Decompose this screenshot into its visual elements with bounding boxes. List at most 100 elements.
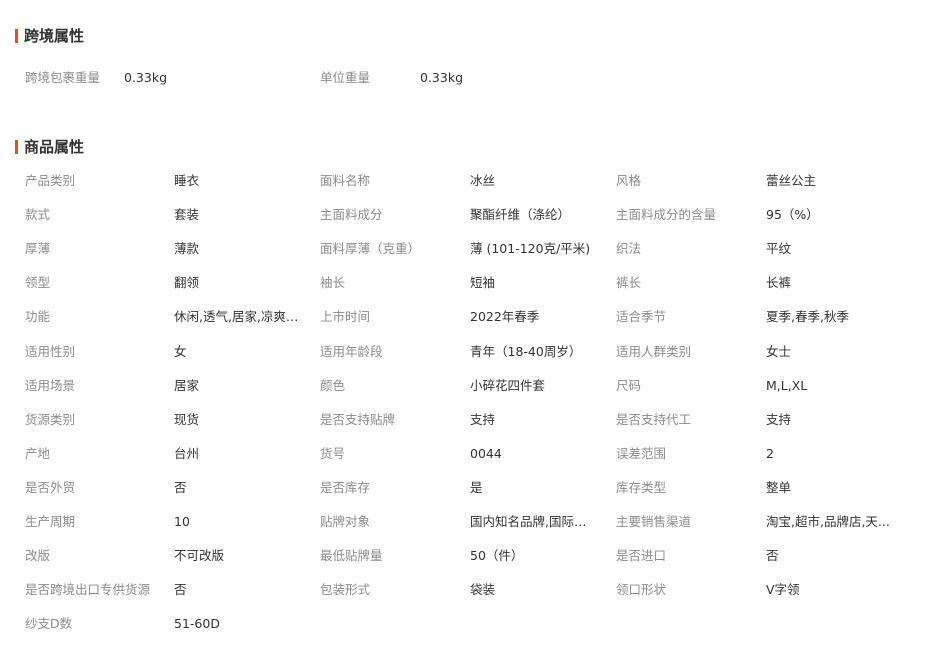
attr-label: 面料厚薄（克重） (320, 241, 421, 256)
attr-value: 是 (470, 480, 483, 495)
attr-label: 主要销售渠道 (616, 514, 692, 529)
attr-value: 否 (174, 582, 187, 597)
attr-value: 女 (174, 344, 187, 359)
attr-value: 青年（18-40周岁） (470, 344, 582, 359)
attr-value: 不可改版 (174, 548, 225, 563)
attr-value: 支持 (470, 412, 496, 427)
attr-label: 适用性别 (25, 344, 76, 359)
attr-value: 否 (174, 480, 187, 495)
section-marker-bar (15, 140, 18, 154)
attr-value: 2022年春季 (470, 309, 540, 324)
attr-label: 货号 (320, 446, 346, 461)
attr-value: 薄款 (174, 241, 200, 256)
attr-value: 聚酯纤维（涤纶） (470, 207, 571, 222)
attr-label: 颜色 (320, 378, 346, 393)
attr-label: 最低贴牌量 (320, 548, 383, 563)
attr-value: 小碎花四件套 (470, 378, 546, 393)
attr-label: 适用年龄段 (320, 344, 383, 359)
attr-label: 适合季节 (616, 309, 667, 324)
attr-label: 适用人群类别 (616, 344, 692, 359)
attr-label: 裤长 (616, 275, 642, 290)
attr-label: 误差范围 (616, 446, 667, 461)
product-title-text: 商品属性 (24, 138, 85, 156)
attr-value: 国内知名品牌,国际知... (470, 514, 595, 529)
table-row: 领型 翻领 袖长 短袖 裤长 长裤 (0, 273, 928, 293)
product-section-title: 商品属性 (15, 139, 84, 155)
attr-value: 台州 (174, 446, 200, 461)
attr-value: 睡衣 (174, 173, 200, 188)
attr-value: 翻领 (174, 275, 200, 290)
attr-value: V字领 (766, 582, 800, 597)
attr-value: 夏季,春季,秋季 (766, 309, 849, 324)
attr-value: 0044 (470, 446, 502, 461)
attr-value: 0.33kg (124, 70, 168, 85)
attr-label: 织法 (616, 241, 642, 256)
attr-label: 主面料成分 (320, 207, 383, 222)
attr-label: 生产周期 (25, 514, 76, 529)
table-row: 货源类别 现货 是否支持贴牌 支持 是否支持代工 支持 (0, 410, 928, 430)
attr-label: 单位重量 (320, 70, 371, 85)
table-row: 适用性别 女 适用年龄段 青年（18-40周岁） 适用人群类别 女士 (0, 342, 928, 362)
attr-label: 是否进口 (616, 548, 667, 563)
attr-value: 现货 (174, 412, 200, 427)
attr-label: 尺码 (616, 378, 642, 393)
table-row: 产地 台州 货号 0044 误差范围 2 (0, 444, 928, 464)
attr-label: 是否库存 (320, 480, 371, 495)
attr-value: 短袖 (470, 275, 496, 290)
attr-value: 否 (766, 548, 779, 563)
cross-border-row: 跨境包裹重量 0.33kg 单位重量 0.33kg (0, 68, 928, 88)
attr-label: 面料名称 (320, 173, 371, 188)
attr-value: 10 (174, 514, 190, 529)
attr-value: 袋装 (470, 582, 496, 597)
attr-label: 产地 (25, 446, 51, 461)
attr-label: 领口形状 (616, 582, 667, 597)
attr-label: 是否外贸 (25, 480, 76, 495)
attr-label: 产品类别 (25, 173, 76, 188)
table-row: 改版 不可改版 最低贴牌量 50（件） 是否进口 否 (0, 546, 928, 566)
attr-value: 套装 (174, 207, 200, 222)
table-row: 产品类别 睡衣 面料名称 冰丝 风格 蕾丝公主 (0, 171, 928, 191)
attr-label: 款式 (25, 207, 51, 222)
attr-value: 蕾丝公主 (766, 173, 817, 188)
cross-border-title-text: 跨境属性 (24, 27, 85, 45)
attr-label: 贴牌对象 (320, 514, 371, 529)
section-marker-bar (15, 29, 18, 43)
attr-label: 厚薄 (25, 241, 51, 256)
attr-value: 支持 (766, 412, 792, 427)
attr-value: 淘宝,超市,品牌店,天... (766, 514, 890, 529)
attr-label: 袖长 (320, 275, 346, 290)
attr-label: 是否支持代工 (616, 412, 692, 427)
attr-value: 整单 (766, 480, 792, 495)
attr-value: 50（件） (470, 548, 524, 563)
table-row: 生产周期 10 贴牌对象 国内知名品牌,国际知... 主要销售渠道 淘宝,超市,品牌店,天… (0, 512, 928, 532)
attr-value: 长裤 (766, 275, 792, 290)
attr-label: 风格 (616, 173, 642, 188)
attr-value: 平纹 (766, 241, 792, 256)
attr-label: 领型 (25, 275, 51, 290)
attr-label: 功能 (25, 309, 51, 324)
table-row: 是否跨境出口专供货源 否 包装形式 袋装 领口形状 V字领 (0, 580, 928, 600)
attr-value: 休闲,透气,居家,凉爽,... (174, 309, 299, 324)
attr-label: 上市时间 (320, 309, 371, 324)
table-row: 是否外贸 否 是否库存 是 库存类型 整单 (0, 478, 928, 498)
table-row: 厚薄 薄款 面料厚薄（克重） 薄 (101-120克/平米) 织法 平纹 (0, 239, 928, 259)
attr-value: 0.33kg (420, 70, 464, 85)
attr-label: 是否跨境出口专供货源 (25, 582, 151, 597)
attr-label: 库存类型 (616, 480, 667, 495)
attr-label: 货源类别 (25, 412, 76, 427)
table-row: 功能 休闲,透气,居家,凉爽,... 上市时间 2022年春季 适合季节 夏季,春季,秋季 (0, 307, 928, 327)
attr-value: 2 (766, 446, 774, 461)
attr-label: 是否支持贴牌 (320, 412, 396, 427)
attr-value: 51-60D (174, 616, 220, 631)
attr-label: 纱支D数 (25, 616, 73, 631)
attr-value: 女士 (766, 344, 792, 359)
attr-value: 95（%） (766, 207, 819, 222)
attr-value: M,L,XL (766, 378, 808, 393)
table-row: 适用场景 居家 颜色 小碎花四件套 尺码 M,L,XL (0, 376, 928, 396)
attr-label: 跨境包裹重量 (25, 70, 101, 85)
attr-label: 改版 (25, 548, 51, 563)
attr-label: 适用场景 (25, 378, 76, 393)
cross-border-section-title: 跨境属性 (15, 28, 84, 44)
table-row: 款式 套装 主面料成分 聚酯纤维（涤纶） 主面料成分的含量 95（%） (0, 205, 928, 225)
attr-value: 薄 (101-120克/平米) (470, 241, 591, 256)
